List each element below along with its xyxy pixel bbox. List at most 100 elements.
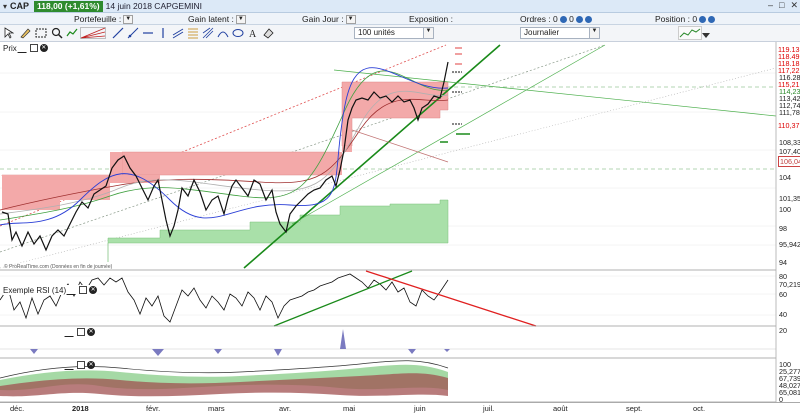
units-dropdown-icon[interactable]: ▼ xyxy=(423,28,433,38)
chart-area[interactable]: © ProRealTime.com (Données en fin de jou… xyxy=(0,42,800,404)
x-axis-label: mars xyxy=(208,404,225,413)
text-tool-icon[interactable]: A xyxy=(247,27,259,39)
fibonacci-retracement-icon[interactable] xyxy=(187,27,199,39)
price-axis-label: 104 xyxy=(779,173,791,182)
rsi-axis-label: 70,219 xyxy=(779,280,800,289)
maximize-icon[interactable]: □ xyxy=(779,0,784,11)
price-axis-label: 110,37 xyxy=(778,121,800,130)
rsi-axis-label: 20 xyxy=(779,326,787,335)
symbol-label[interactable]: CAP xyxy=(10,1,32,11)
price-axis-label: 98 xyxy=(779,224,787,233)
x-axis-label: mai xyxy=(343,404,356,413)
channel-tool-icon[interactable] xyxy=(172,27,184,39)
mini-chart-icon[interactable] xyxy=(678,26,702,40)
price-panel-title: Prix xyxy=(3,43,17,53)
gain-jour-dropdown-icon[interactable]: ▼ xyxy=(345,15,356,25)
rsi-panel-header: Exemple RSI (14) ✕ xyxy=(3,285,98,295)
osc-square-icon[interactable] xyxy=(77,361,85,369)
position-status-icon[interactable] xyxy=(699,16,707,24)
rsi-edit-pencil-icon[interactable] xyxy=(66,285,79,295)
vertical-line-icon[interactable] xyxy=(157,27,169,39)
exposition-field: Exposition : xyxy=(409,13,453,25)
price-axis-label: 100 xyxy=(779,205,791,214)
gain-latent-label: Gain latent : xyxy=(188,14,234,24)
ordres-status-icon[interactable] xyxy=(559,16,567,24)
ordres-status3-icon[interactable] xyxy=(584,16,592,24)
osc-edit-pencil-icon[interactable] xyxy=(64,360,77,370)
watermark-text: © ProRealTime.com (Données en fin de jou… xyxy=(4,263,113,270)
period-value: Journalier xyxy=(524,28,560,37)
position-field: Position : 0 xyxy=(655,13,716,25)
ordres-field: Ordres : 0 0 xyxy=(520,13,592,25)
price-panel-header: Prix ✕ xyxy=(3,43,48,53)
ray-tool-icon[interactable] xyxy=(127,27,139,39)
ordres-status2-icon[interactable] xyxy=(575,16,583,24)
arc-tool-icon[interactable] xyxy=(217,27,229,39)
zoom-icon[interactable] xyxy=(51,27,63,39)
pitchfork-icon[interactable] xyxy=(202,27,214,39)
rsi-square-icon[interactable] xyxy=(79,286,88,294)
price-axis-label: 101,35 xyxy=(779,194,800,203)
horizontal-line-icon[interactable] xyxy=(142,27,154,39)
rectangle-select-icon[interactable] xyxy=(35,27,47,39)
x-axis-label: 2018 xyxy=(72,404,89,413)
time-axis[interactable]: déc. 2018 févr. mars avr. mai juin juil.… xyxy=(0,402,800,414)
ordres-count: 0 xyxy=(569,14,574,24)
trend-analysis-icon[interactable] xyxy=(66,27,78,39)
oscillator-panel-header: ✕ xyxy=(64,360,95,370)
period-dropdown-icon[interactable]: ▼ xyxy=(589,28,599,38)
gain-jour-field: Gain Jour : ▼ xyxy=(302,13,356,25)
price-axis-label: 108,33 xyxy=(779,138,800,147)
svg-text:A: A xyxy=(249,29,257,39)
rsi-panel-title: Exemple RSI (14) xyxy=(3,285,67,295)
panel-square-icon[interactable] xyxy=(29,44,38,52)
portefeuille-label: Portefeuille : xyxy=(74,14,122,24)
price-axis-label: 106,04 xyxy=(778,156,800,167)
chart-canvas[interactable]: © ProRealTime.com (Données en fin de jou… xyxy=(0,42,800,402)
osc-close-icon[interactable]: ✕ xyxy=(87,361,95,369)
pencil-icon[interactable] xyxy=(19,27,31,39)
panel-close-icon[interactable]: ✕ xyxy=(39,44,48,52)
x-axis-label: déc. xyxy=(10,404,25,413)
ind2-square-icon[interactable] xyxy=(77,328,85,336)
eraser-icon[interactable] xyxy=(262,27,274,39)
chart-window: { "titlebar": { "symbol": "CAP", "price_… xyxy=(0,0,800,414)
x-axis-label: oct. xyxy=(693,404,706,413)
x-axis-label: avr. xyxy=(279,404,292,413)
minimize-icon[interactable]: – xyxy=(768,0,773,11)
upper-cloud-band-3 xyxy=(110,152,122,176)
fibonacci-fan-icon[interactable] xyxy=(80,27,106,39)
gain-jour-label: Gain Jour : xyxy=(302,14,344,24)
cursor-arrow-icon[interactable] xyxy=(3,27,15,39)
position-label: Position : 0 xyxy=(655,14,698,24)
collapse-chevron-icon[interactable]: ▾ xyxy=(0,2,10,11)
price-axis-label: 94 xyxy=(779,258,787,267)
ind2-close-icon[interactable]: ✕ xyxy=(87,328,95,336)
x-axis-label: août xyxy=(553,404,568,413)
price-axis-label: 107,40 xyxy=(779,147,800,156)
position-status2-icon[interactable] xyxy=(708,16,716,24)
edit-pencil-icon[interactable] xyxy=(17,43,30,53)
x-axis-label: févr. xyxy=(146,404,161,413)
ellipse-tool-icon[interactable] xyxy=(232,27,244,39)
rsi-close-icon[interactable]: ✕ xyxy=(89,286,98,294)
ind2-edit-pencil-icon[interactable] xyxy=(64,327,77,337)
units-value: 100 unités xyxy=(358,28,395,37)
indicator2-panel-header: ✕ xyxy=(64,327,95,337)
drawing-toolbar: A 100 unités ▼ Journalier ▼ xyxy=(0,25,800,42)
exposition-label: Exposition : xyxy=(409,14,453,24)
date-company-label: 14 juin 2018 CAPGEMINI xyxy=(105,1,203,11)
title-bar: ▾ CAP 118,00 (+1,61%) 14 juin 2018 CAPGE… xyxy=(0,0,800,13)
portefeuille-field[interactable]: Portefeuille : ▼ xyxy=(74,13,134,25)
mini-chart-dropdown-icon[interactable] xyxy=(702,30,710,42)
units-select[interactable]: 100 unités ▼ xyxy=(354,27,434,39)
period-select[interactable]: Journalier ▼ xyxy=(520,27,600,39)
line-tool-icon[interactable] xyxy=(112,27,124,39)
close-icon[interactable]: ✕ xyxy=(790,0,798,11)
price-change-badge: 118,00 (+1,61%) xyxy=(34,0,103,12)
gain-latent-dropdown-icon[interactable]: ▼ xyxy=(235,15,246,25)
portefeuille-dropdown-icon[interactable]: ▼ xyxy=(123,15,134,25)
rsi-red-trendline[interactable] xyxy=(365,270,537,327)
x-axis-label: juin xyxy=(414,404,426,413)
ordres-label: Ordres : 0 xyxy=(520,14,558,24)
